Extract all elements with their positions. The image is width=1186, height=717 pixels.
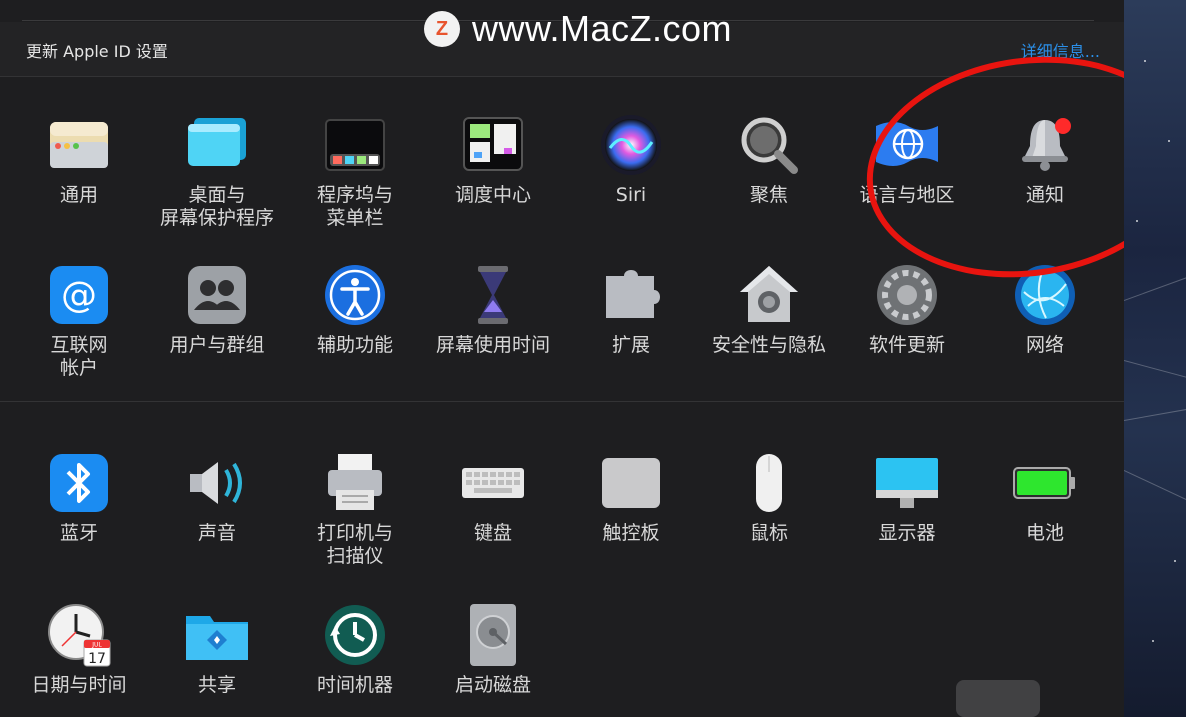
pane-label: 电池 <box>1025 522 1064 544</box>
calendar-month: JUL <box>91 642 102 649</box>
desktop-screensaver-icon <box>184 112 250 178</box>
pane-label: 桌面与 屏幕保护程序 <box>159 184 274 229</box>
pane-label: 聚焦 <box>749 184 788 206</box>
macz-logo-icon: Z <box>424 11 460 47</box>
pane-label: 启动磁盘 <box>454 674 531 696</box>
banner-title: 更新 Apple ID 设置 <box>26 42 168 61</box>
pane-label: 软件更新 <box>868 334 945 356</box>
blurred-region <box>956 680 1040 717</box>
pane-label: 程序坞与 菜单栏 <box>316 184 393 229</box>
dock-menubar-icon <box>322 112 388 178</box>
pane-label: 互联网 帐户 <box>50 334 108 379</box>
watermark: Z www.MacZ.com <box>424 8 732 50</box>
pane-label: 共享 <box>197 674 236 696</box>
pane-label: 键盘 <box>473 522 512 544</box>
date-time-icon: JUL 17 <box>46 602 112 668</box>
keyboard-icon <box>460 450 526 516</box>
software-update-icon <box>874 262 940 328</box>
pane-label: Siri <box>615 184 647 206</box>
svg-text:@: @ <box>61 275 97 316</box>
pane-label: 安全性与隐私 <box>711 334 826 356</box>
pane-label: 触控板 <box>602 522 660 544</box>
pane-label: 扩展 <box>611 334 650 356</box>
sound-icon <box>184 450 250 516</box>
pane-label: 打印机与 扫描仪 <box>316 522 393 567</box>
desktop-background <box>1124 0 1186 717</box>
pane-label: 屏幕使用时间 <box>435 334 550 356</box>
startup-disk-icon <box>460 602 526 668</box>
pane-label: 网络 <box>1025 334 1064 356</box>
printers-scanners-icon <box>322 450 388 516</box>
pane-label: 用户与群组 <box>169 334 265 356</box>
accessibility-icon <box>322 262 388 328</box>
pane-label: 声音 <box>197 522 236 544</box>
calendar-day: 17 <box>88 651 106 667</box>
notifications-icon <box>1012 112 1078 178</box>
siri-icon <box>598 112 664 178</box>
security-privacy-icon <box>736 262 802 328</box>
pane-label: 日期与时间 <box>31 674 127 696</box>
spotlight-icon <box>736 112 802 178</box>
battery-icon <box>1012 450 1078 516</box>
pane-label: 显示器 <box>878 522 936 544</box>
internet-accounts-icon: @ <box>46 262 112 328</box>
pane-label: 鼠标 <box>749 522 788 544</box>
mouse-icon <box>736 450 802 516</box>
pane-label: 时间机器 <box>316 674 393 696</box>
mission-control-icon <box>460 112 526 178</box>
users-groups-icon <box>184 262 250 328</box>
section-divider <box>0 401 1124 402</box>
general-icon <box>46 112 112 178</box>
screen-time-icon <box>460 262 526 328</box>
pane-label: 通用 <box>59 184 98 206</box>
pane-label: 调度中心 <box>454 184 531 206</box>
trackpad-icon <box>598 450 664 516</box>
system-preferences-window: 更新 Apple ID 设置 详细信息... 通用 桌面与 屏幕保护程序 程序坞与 … <box>0 0 1124 717</box>
time-machine-icon <box>322 602 388 668</box>
pane-label: 语言与地区 <box>859 184 955 206</box>
pane-label: 蓝牙 <box>59 522 98 544</box>
pane-label: 通知 <box>1025 184 1064 206</box>
bluetooth-icon <box>46 450 112 516</box>
extensions-icon <box>598 262 664 328</box>
displays-icon <box>874 450 940 516</box>
sharing-icon <box>184 602 250 668</box>
pane-label: 辅助功能 <box>316 334 393 356</box>
language-region-icon <box>874 112 940 178</box>
watermark-text: www.MacZ.com <box>472 8 733 49</box>
details-link[interactable]: 详细信息... <box>1021 38 1100 62</box>
network-icon <box>1012 262 1078 328</box>
